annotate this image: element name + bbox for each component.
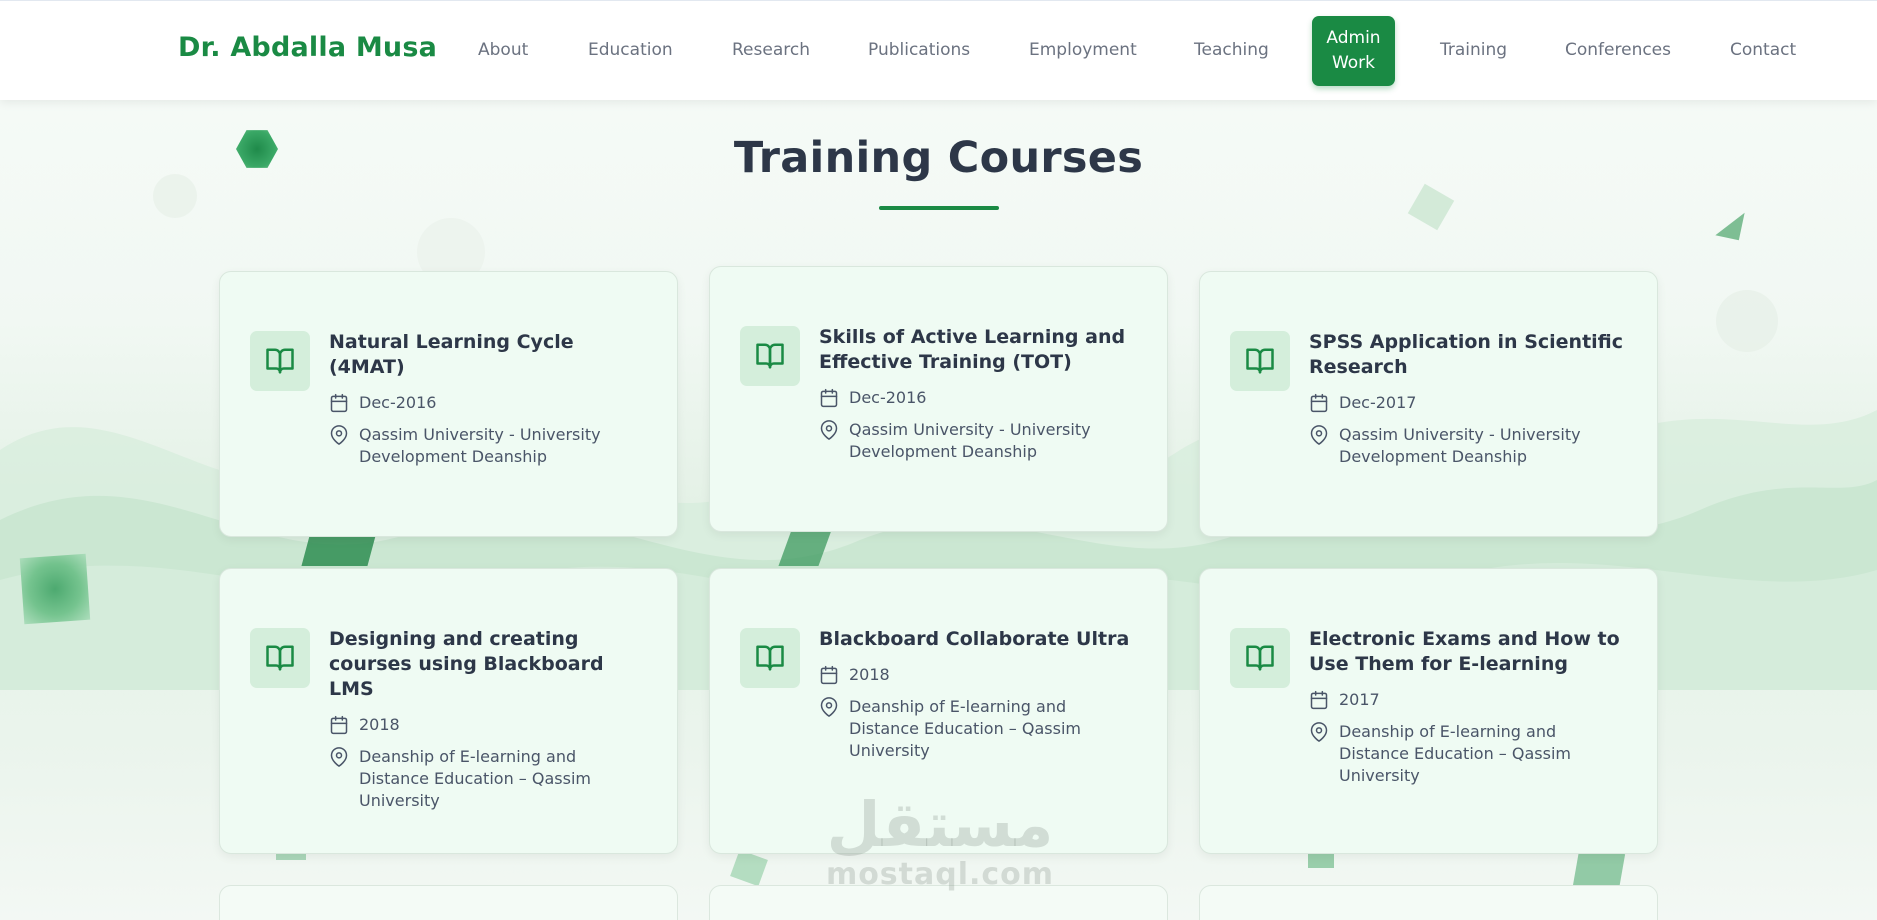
section-title: Training Courses [733,133,1144,183]
course-title: Designing and creating courses using Bla… [329,628,604,700]
course-title: Blackboard Collaborate Ultra [819,628,1130,650]
course-date: 2018 [849,665,890,684]
nav-link-about[interactable]: About [478,40,528,60]
nav-link-admin-work-line1: Admin [1326,28,1381,48]
course-location: Qassim University - University Developme… [849,420,1091,461]
course-date: Dec-2016 [359,393,437,412]
nav-link-teaching[interactable]: Teaching [1194,40,1269,60]
triangle-decoration [1715,207,1745,241]
shard-decoration [730,849,768,887]
map-pin-icon [1310,425,1328,445]
watermark-latin: mostaql.com [825,857,1055,892]
course-title: Skills of Active Learning and Effective … [819,326,1126,373]
title-underline [879,206,999,210]
watermark-arabic: مستقل [826,788,1054,861]
course-title: SPSS Application in Scientific Research [1309,331,1624,378]
nav-link-contact[interactable]: Contact [1730,40,1796,60]
map-pin-icon [1310,722,1328,742]
course-card: SPSS Application in Scientific Research … [1199,271,1658,537]
circle-decoration [1716,290,1778,352]
brand-logo-link[interactable]: Dr. Abdalla Musa [178,32,437,63]
calendar-icon [1310,393,1328,413]
nav-link-training[interactable]: Training [1440,40,1507,60]
calendar-icon [820,388,838,408]
calendar-icon [330,393,348,413]
course-location: Deanship of E-learning and Distance Educ… [359,747,591,810]
watermark: مستقل mostaql.com [820,790,1060,890]
course-date: 2018 [359,715,400,734]
course-location: Qassim University - University Developme… [359,425,601,466]
nav-link-admin-work-line2: Work [1331,53,1376,73]
map-pin-icon [330,425,348,445]
shard-decoration [301,532,377,566]
course-location: Qassim University - University Developme… [1339,425,1581,466]
book-open-icon [250,628,310,688]
nav-link-publications[interactable]: Publications [868,40,970,60]
calendar-icon [820,665,838,685]
nav-link-employment[interactable]: Employment [1029,40,1137,60]
course-card: Skills of Active Learning and Effective … [709,266,1168,532]
map-pin-icon [820,420,838,440]
calendar-icon [330,715,348,735]
book-open-icon [1230,628,1290,688]
map-pin-icon [820,697,838,717]
course-date: Dec-2016 [849,388,927,407]
cube-decoration [19,553,91,625]
top-navbar: Dr. Abdalla Musa About Education Researc… [0,0,1877,100]
calendar-icon [1310,690,1328,710]
nav-link-education[interactable]: Education [588,40,673,60]
diamond-decoration [1407,183,1455,231]
course-card-partial [219,885,678,920]
course-location: Deanship of E-learning and Distance Educ… [849,697,1081,760]
book-open-icon [250,331,310,391]
nav-link-admin-work[interactable]: Admin Work [1312,16,1395,86]
course-location: Deanship of E-learning and Distance Educ… [1339,722,1571,785]
course-card: Natural Learning Cycle (4MAT) Dec-2016 Q… [219,271,678,537]
book-open-icon [740,628,800,688]
book-open-icon [1230,331,1290,391]
course-card: Electronic Exams and How to Use Them for… [1199,568,1658,854]
book-open-icon [740,326,800,386]
course-card-partial [1199,885,1658,920]
shard-decoration [778,530,832,566]
course-card: Designing and creating courses using Bla… [219,568,678,854]
map-pin-icon [330,747,348,767]
nav-link-conferences[interactable]: Conferences [1565,40,1671,60]
course-date: Dec-2017 [1339,393,1417,412]
course-date: 2017 [1339,690,1380,709]
course-title: Electronic Exams and How to Use Them for… [1309,628,1620,675]
nav-link-research[interactable]: Research [732,40,810,60]
course-title: Natural Learning Cycle (4MAT) [329,331,574,378]
